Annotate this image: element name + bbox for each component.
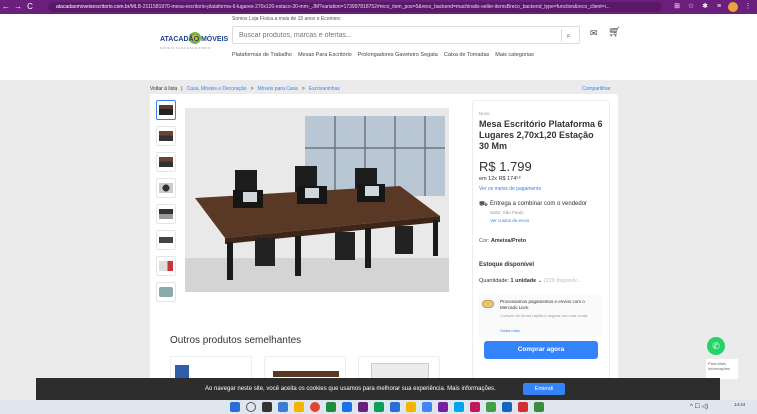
color-label: Cor: <box>479 238 490 244</box>
logo-subtitle: MÓVEIS PARA ESCRITÓRIO <box>160 46 211 50</box>
app-icon[interactable] <box>326 402 336 412</box>
quantity-available: (229 disponív... <box>543 278 582 284</box>
payment-methods-link[interactable]: Ver os meios de pagamento <box>479 186 541 192</box>
category-link[interactable]: Caixa de Tomadas <box>444 52 489 58</box>
shipping-costs-link[interactable]: Ver custos de envio <box>490 218 529 223</box>
search-icon[interactable]: ⌕ <box>561 29 575 42</box>
start-icon[interactable] <box>230 402 240 412</box>
cookie-text: Ao navegar neste site, você aceita os co… <box>205 386 496 392</box>
quantity-label: Quantidade: <box>479 278 509 284</box>
product-thumbnail[interactable] <box>156 178 176 198</box>
breadcrumb-item[interactable]: Escrivaninhas <box>309 86 340 92</box>
profile-avatar[interactable] <box>728 2 738 12</box>
product-thumbnail[interactable] <box>156 100 176 120</box>
search-icon[interactable] <box>246 402 256 412</box>
chevron-down-icon: ⌄ <box>537 278 543 284</box>
menu-icon[interactable]: ⋮ <box>743 2 753 12</box>
similar-products-title: Outros produtos semelhantes <box>170 335 302 346</box>
buy-now-button[interactable]: Comprar agora <box>484 341 598 359</box>
puzzle-icon[interactable]: ✱ <box>700 2 710 12</box>
category-link[interactable]: Mesas Para Escritório <box>298 52 352 58</box>
store-logo[interactable]: ATACADÃO MÓVEIS MÓVEIS PARA ESCRITÓRIO <box>160 24 230 64</box>
sidebar-icon[interactable]: ≡ <box>714 2 724 12</box>
color-selector[interactable]: Cor: Ameixa/Preto <box>479 238 526 244</box>
handshake-icon <box>482 300 494 308</box>
system-tray[interactable]: ^ ☐ ◁) <box>690 403 708 410</box>
installments-text: em 12x R$ 174⁵⁶ <box>479 176 521 182</box>
app-icon[interactable] <box>342 402 352 412</box>
taskview-icon[interactable] <box>262 402 272 412</box>
back-to-list-link[interactable]: Voltar à lista <box>150 86 177 92</box>
color-value: Ameixa/Preto <box>490 238 527 244</box>
forward-icon[interactable]: → <box>12 0 24 14</box>
mp-info-title: Processamos pagamentos e envios com o Me… <box>500 299 585 310</box>
search-box: ⌕ <box>232 26 580 44</box>
widgets-icon[interactable] <box>278 402 288 412</box>
site-header <box>0 14 757 80</box>
breadcrumb-item[interactable]: Móveis para Casa <box>258 86 298 92</box>
category-link[interactable]: Plataformas de Trabalho <box>232 52 292 58</box>
product-thumbnail[interactable] <box>156 256 176 276</box>
delivery-text: Entrega a combinar com o vendedor <box>490 201 588 207</box>
app-icon[interactable] <box>518 402 528 412</box>
url-domain: atacadaomoveisescritorio.com.br <box>56 4 130 10</box>
quantity-selector[interactable]: Quantidade: 1 unidade ⌄ (229 disponív... <box>479 278 581 284</box>
cookie-accept-button[interactable]: Entendi <box>523 383 565 395</box>
extension-icon[interactable]: ⊞ <box>672 2 682 12</box>
back-icon[interactable]: ← <box>0 0 12 14</box>
app-icon[interactable] <box>374 402 384 412</box>
clock-time: 14:44 <box>734 402 746 407</box>
url-path: /MLB-2111581970-mesa-escritorio-platafor… <box>129 4 610 10</box>
whatsapp-icon[interactable]: ✆ <box>707 337 725 355</box>
category-nav: Plataformas de Trabalho Mesas Para Escri… <box>232 52 534 58</box>
reload-icon[interactable]: C <box>24 0 36 14</box>
category-link[interactable]: Mais categorias <box>495 52 534 58</box>
category-link[interactable]: Prolongadores Gaveteiro Segata <box>358 52 438 58</box>
logo-text: ATACADÃO MÓVEIS <box>160 36 229 43</box>
learn-more-link[interactable]: Saiba mais <box>500 328 520 333</box>
clock[interactable]: 14:44 <box>734 402 745 407</box>
app-icon[interactable] <box>502 402 512 412</box>
breadcrumb: Voltar à lista | Casa, Móveis e Decoraçã… <box>150 86 340 92</box>
breadcrumb-item[interactable]: Casa, Móveis e Decoração <box>187 86 247 92</box>
app-icon[interactable] <box>454 402 464 412</box>
truck-icon: ⛟ <box>479 201 488 208</box>
product-thumbnail[interactable] <box>156 126 176 146</box>
thumbnail-list <box>156 100 176 308</box>
product-thumbnail[interactable] <box>156 152 176 172</box>
app-icon[interactable] <box>390 402 400 412</box>
stock-status: Estoque disponível <box>479 262 535 268</box>
condition-label: Novo <box>479 111 490 116</box>
share-link[interactable]: Compartilhar <box>582 86 611 92</box>
app-icon[interactable] <box>534 402 544 412</box>
app-icon[interactable] <box>486 402 496 412</box>
product-thumbnail[interactable] <box>156 204 176 224</box>
promo-text: Somos Loja Física a mais de 15 anos e Ec… <box>232 16 341 22</box>
mail-icon[interactable]: ✉ <box>590 28 598 39</box>
cart-icon[interactable]: 🛒︎ <box>608 27 621 38</box>
address-bar[interactable]: atacadaomoveisescritorio.com.br/MLB-2111… <box>48 2 662 12</box>
explorer-icon[interactable] <box>294 402 304 412</box>
product-title: Mesa Escritório Plataforma 6 Lugares 2,7… <box>479 119 603 151</box>
quantity-value: 1 unidade <box>510 278 537 284</box>
help-tag: Para Mais Informações <box>706 359 738 379</box>
seller-location: Salto, São Paulo <box>490 210 524 215</box>
product-thumbnail[interactable] <box>156 230 176 250</box>
mp-info-text: Compre de forma rápida e segura com sua … <box>500 313 589 318</box>
star-icon[interactable]: ☆ <box>686 2 696 12</box>
product-price: R$ 1.799 <box>479 159 532 174</box>
product-main-image[interactable] <box>185 108 449 292</box>
chrome-icon[interactable] <box>310 402 320 412</box>
app-icon[interactable] <box>470 402 480 412</box>
search-input[interactable] <box>239 30 559 41</box>
product-thumbnail[interactable] <box>156 282 176 302</box>
app-icon[interactable] <box>438 402 448 412</box>
app-icon[interactable] <box>422 402 432 412</box>
app-icon[interactable] <box>406 402 416 412</box>
app-icon[interactable] <box>358 402 368 412</box>
